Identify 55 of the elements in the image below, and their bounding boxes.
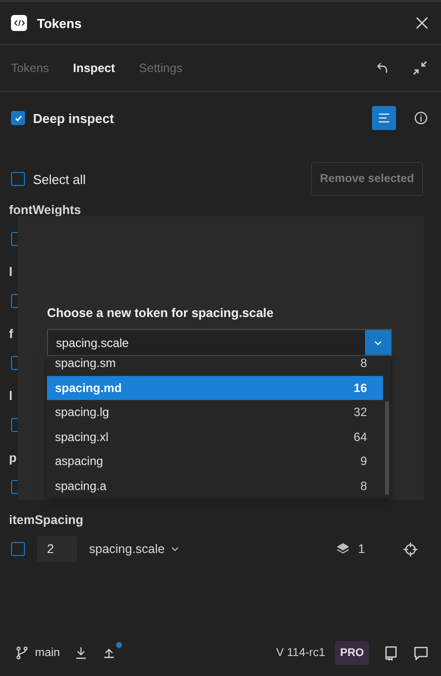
list-lines-icon: [378, 112, 390, 124]
value-field[interactable]: 2: [37, 536, 77, 562]
select-all-checkbox[interactable]: [11, 172, 25, 186]
code-logo-icon: [11, 15, 27, 31]
docs-button[interactable]: [383, 645, 399, 661]
collapse-button[interactable]: [412, 60, 428, 76]
branch-icon: [15, 646, 29, 660]
info-icon: [414, 111, 428, 125]
info-button[interactable]: [414, 111, 428, 125]
pro-badge: PRO: [335, 641, 369, 665]
book-icon: [383, 645, 399, 661]
token-select[interactable]: spacing.scale: [47, 329, 392, 356]
undo-button[interactable]: [376, 61, 390, 75]
crosshair-icon: [403, 542, 418, 556]
close-icon: [414, 15, 430, 31]
group-heading: l: [9, 388, 12, 405]
upload-icon: [102, 646, 116, 660]
scrollbar[interactable]: [385, 401, 389, 495]
row-checkbox[interactable]: [11, 542, 25, 556]
push-button[interactable]: [102, 642, 122, 660]
dropdown-option[interactable]: spacing.md 16: [47, 376, 383, 400]
checkmark-icon: [14, 114, 22, 122]
deep-inspect-label: Deep inspect: [33, 110, 114, 126]
layer-count: 1: [358, 542, 365, 556]
deep-inspect-checkbox[interactable]: [11, 111, 25, 125]
branch-name[interactable]: main: [35, 647, 60, 659]
layers-icon: [336, 542, 350, 556]
dropdown-option[interactable]: spacing.lg 32: [47, 400, 383, 424]
group-heading: l: [9, 264, 12, 281]
select-all-label: Select all: [33, 172, 86, 186]
group-heading: f: [9, 326, 14, 343]
dropdown-option[interactable]: spacing.xl 64: [47, 424, 383, 449]
window-title: Tokens: [37, 16, 83, 30]
version-label: V 114-rc1: [276, 647, 326, 659]
list-view-button[interactable]: [372, 106, 396, 130]
chevron-down-icon: [170, 546, 179, 552]
close-button[interactable]: [414, 15, 430, 31]
modal-title: Choose a new token for spacing.scale: [47, 306, 274, 320]
dropdown-option[interactable]: spacing.a 8: [47, 474, 383, 498]
dropdown-option[interactable]: spacing.sm 8: [47, 356, 383, 376]
undo-arrow-icon: [376, 61, 390, 75]
collapse-arrows-icon: [412, 60, 428, 76]
group-heading: itemSpacing: [9, 512, 84, 529]
chevron-down-icon: [374, 340, 382, 346]
tab[interactable]: Inspect: [73, 61, 116, 75]
chat-icon: [413, 645, 429, 661]
token-dropdown[interactable]: spacing.scale: [89, 542, 179, 556]
target-button[interactable]: [403, 542, 418, 556]
dropdown-option[interactable]: aspacing 9: [47, 449, 383, 474]
group-heading: fontWeights: [9, 202, 81, 219]
remove-selected-button[interactable]: Remove selected: [311, 162, 423, 196]
download-icon: [74, 646, 88, 660]
group-heading: p: [9, 450, 17, 467]
feedback-button[interactable]: [413, 645, 429, 661]
pull-button[interactable]: [74, 646, 88, 660]
